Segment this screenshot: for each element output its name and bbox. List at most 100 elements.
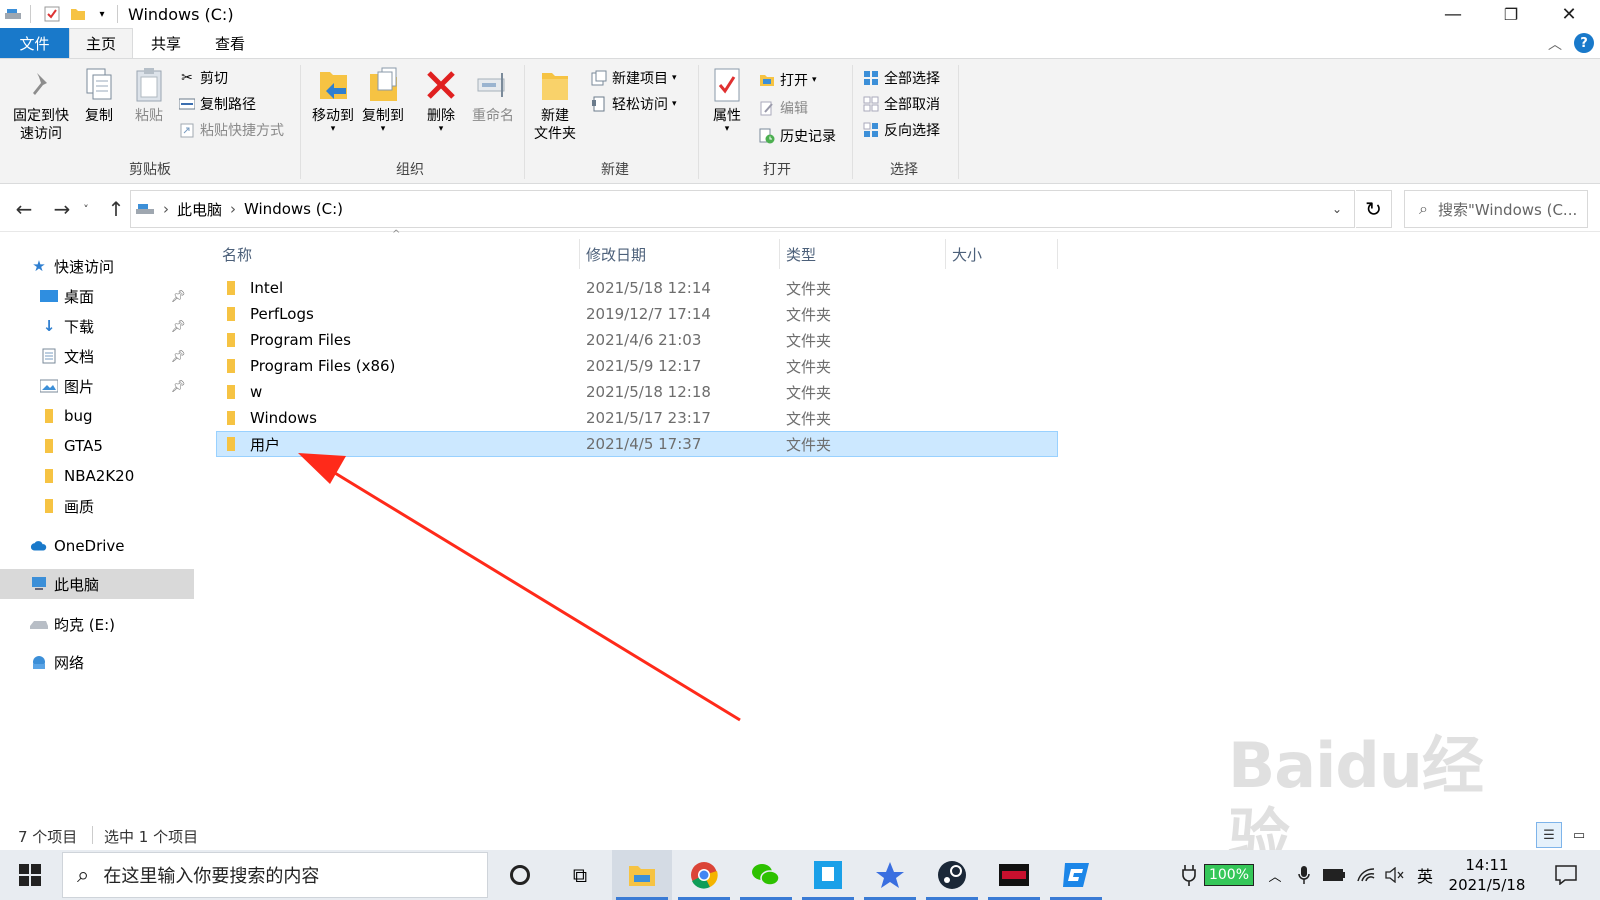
rename-button[interactable]: 重命名 [468, 65, 518, 125]
address-bar[interactable]: › 此电脑 › Windows (C:) ⌄ [130, 190, 1355, 228]
copy-path-button[interactable]: 复制路径 [178, 93, 256, 115]
properties-button[interactable]: 属性 ▾ [704, 65, 750, 134]
nav-desktop[interactable]: 桌面 📌︎ [0, 281, 194, 311]
customize-quick-access-icon[interactable]: ▾ [93, 5, 111, 23]
column-header-size[interactable]: 大小 [946, 239, 1058, 269]
taskbar-app-blue[interactable] [798, 850, 858, 900]
open-button[interactable]: 打开 ▾ [758, 69, 817, 91]
input-method-indicator[interactable]: 英 [1412, 850, 1438, 900]
nav-documents[interactable]: 文档 📌︎ [0, 341, 194, 371]
folder-icon [224, 332, 238, 348]
copy-to-dropdown-icon: ▾ [380, 124, 386, 134]
nav-network[interactable]: 网络 [0, 647, 194, 677]
file-row[interactable]: Windows 2021/5/17 23:17 文件夹 [216, 405, 1058, 431]
file-row[interactable]: w 2021/5/18 12:18 文件夹 [216, 379, 1058, 405]
tab-file[interactable]: 文件 [0, 28, 69, 58]
battery-indicator[interactable]: 100% [1202, 850, 1256, 900]
refresh-button[interactable]: ↻ [1356, 190, 1392, 228]
taskbar-g-app[interactable] [1046, 850, 1106, 900]
show-hidden-icons-button[interactable]: ︿ [1262, 850, 1288, 900]
breadcrumb-this-pc[interactable]: 此电脑 [177, 199, 222, 220]
nav-quick-access[interactable]: ★ 快速访问 [0, 251, 194, 281]
taskbar-nba2k21[interactable] [984, 850, 1044, 900]
history-button[interactable]: 历史记录 [758, 125, 836, 147]
up-button[interactable]: ↑ [102, 196, 130, 222]
taskbar-star-app[interactable] [860, 850, 920, 900]
power-plug-icon[interactable] [1178, 850, 1200, 900]
taskbar-wechat[interactable] [736, 850, 796, 900]
nav-downloads[interactable]: ↓ 下载 📌︎ [0, 311, 194, 341]
task-view-button[interactable]: ⧉ [550, 850, 610, 900]
help-icon[interactable]: ? [1574, 33, 1594, 53]
microphone-icon[interactable] [1292, 850, 1316, 900]
select-all-button[interactable]: 全部选择 [862, 67, 940, 89]
battery-tray-icon[interactable] [1320, 850, 1348, 900]
tab-home[interactable]: 主页 [69, 28, 133, 58]
column-header-name[interactable]: 名称 [216, 239, 580, 269]
new-folder-quick-icon[interactable] [69, 5, 87, 23]
nav-folder-gta5[interactable]: GTA5 [0, 431, 194, 461]
file-type: 文件夹 [786, 357, 832, 376]
move-to-button[interactable]: 移动到 ▾ [308, 65, 358, 134]
close-button[interactable]: ✕ [1540, 0, 1598, 28]
restore-button[interactable]: ❐ [1482, 0, 1540, 28]
delete-button[interactable]: 删除 ▾ [420, 65, 462, 134]
copy-to-button[interactable]: 复制到 ▾ [358, 65, 408, 134]
easy-access-button[interactable]: 轻松访问 ▾ [590, 93, 677, 115]
paste-shortcut-button[interactable]: 粘贴快捷方式 [178, 119, 284, 141]
file-row[interactable]: PerfLogs 2019/12/7 17:14 文件夹 [216, 301, 1058, 327]
large-icons-view-icon[interactable]: ▭ [1566, 822, 1592, 848]
new-folder-button[interactable]: 新建 文件夹 [530, 65, 580, 143]
start-button[interactable] [0, 850, 60, 900]
recent-locations-dropdown[interactable]: ˅ [78, 196, 94, 222]
file-row[interactable]: Program Files 2021/4/6 21:03 文件夹 [216, 327, 1058, 353]
nav-label: NBA2K20 [64, 467, 135, 485]
nav-onedrive[interactable]: OneDrive [0, 531, 194, 561]
paste-button[interactable]: 粘贴 [128, 65, 170, 125]
file-row-selected[interactable]: 用户 2021/4/5 17:37 文件夹 [216, 431, 1058, 457]
pin-icon[interactable]: 📌︎ [171, 289, 186, 303]
cut-button[interactable]: ✂ 剪切 [178, 67, 228, 89]
edit-button[interactable]: 编辑 [758, 97, 808, 119]
taskbar-steam[interactable] [922, 850, 982, 900]
file-row[interactable]: Intel 2021/5/18 12:14 文件夹 [216, 275, 1058, 301]
copy-button[interactable]: 复制 [78, 65, 120, 125]
invert-selection-button[interactable]: 反向选择 [862, 119, 940, 141]
file-row[interactable]: Program Files (x86) 2021/5/9 12:17 文件夹 [216, 353, 1058, 379]
tab-share[interactable]: 共享 [138, 28, 194, 58]
back-button[interactable]: ← [10, 196, 38, 222]
star-icon: ★ [32, 257, 46, 275]
tab-view[interactable]: 查看 [200, 28, 260, 58]
column-header-type[interactable]: 类型 [780, 239, 946, 269]
nav-folder-huazhi[interactable]: 画质 [0, 491, 194, 521]
minimize-button[interactable]: — [1424, 0, 1482, 28]
clock[interactable]: 14:11 2021/5/18 [1442, 850, 1532, 900]
column-header-modified[interactable]: 修改日期 [580, 239, 780, 269]
pin-icon[interactable]: 📌︎ [171, 349, 186, 363]
nav-this-pc[interactable]: 此电脑 [0, 569, 194, 599]
volume-muted-icon[interactable] [1382, 850, 1408, 900]
breadcrumb-current[interactable]: Windows (C:) [244, 200, 343, 218]
nav-drive-e[interactable]: 昀克 (E:) [0, 609, 194, 639]
details-view-icon[interactable]: ☰ [1536, 822, 1562, 848]
nav-label: 下载 [64, 317, 95, 336]
pin-icon[interactable]: 📌︎ [171, 319, 186, 333]
select-none-button[interactable]: 全部取消 [862, 93, 940, 115]
address-history-dropdown-icon[interactable]: ⌄ [1332, 202, 1342, 216]
action-center-button[interactable] [1546, 850, 1586, 900]
taskbar-search-box[interactable]: ⌕ 在这里输入你要搜索的内容 [62, 852, 488, 898]
pin-quick-access-button[interactable]: 固定到快 速访问 [6, 65, 76, 143]
nav-pictures[interactable]: 图片 📌︎ [0, 371, 194, 401]
properties-quick-icon[interactable] [43, 5, 61, 23]
taskbar-chrome[interactable] [674, 850, 734, 900]
pin-icon[interactable]: 📌︎ [171, 379, 186, 393]
wifi-icon[interactable] [1352, 850, 1380, 900]
search-box[interactable]: ⌕ 搜索"Windows (C... [1404, 190, 1588, 228]
nav-folder-bug[interactable]: bug [0, 401, 194, 431]
forward-button[interactable]: → [48, 196, 76, 222]
nav-folder-nba2k20[interactable]: NBA2K20 [0, 461, 194, 491]
collapse-ribbon-icon[interactable]: ︿ [1548, 34, 1562, 54]
new-item-button[interactable]: 新建项目 ▾ [590, 67, 677, 89]
cortana-button[interactable] [490, 850, 550, 900]
taskbar-file-explorer[interactable] [612, 850, 672, 900]
